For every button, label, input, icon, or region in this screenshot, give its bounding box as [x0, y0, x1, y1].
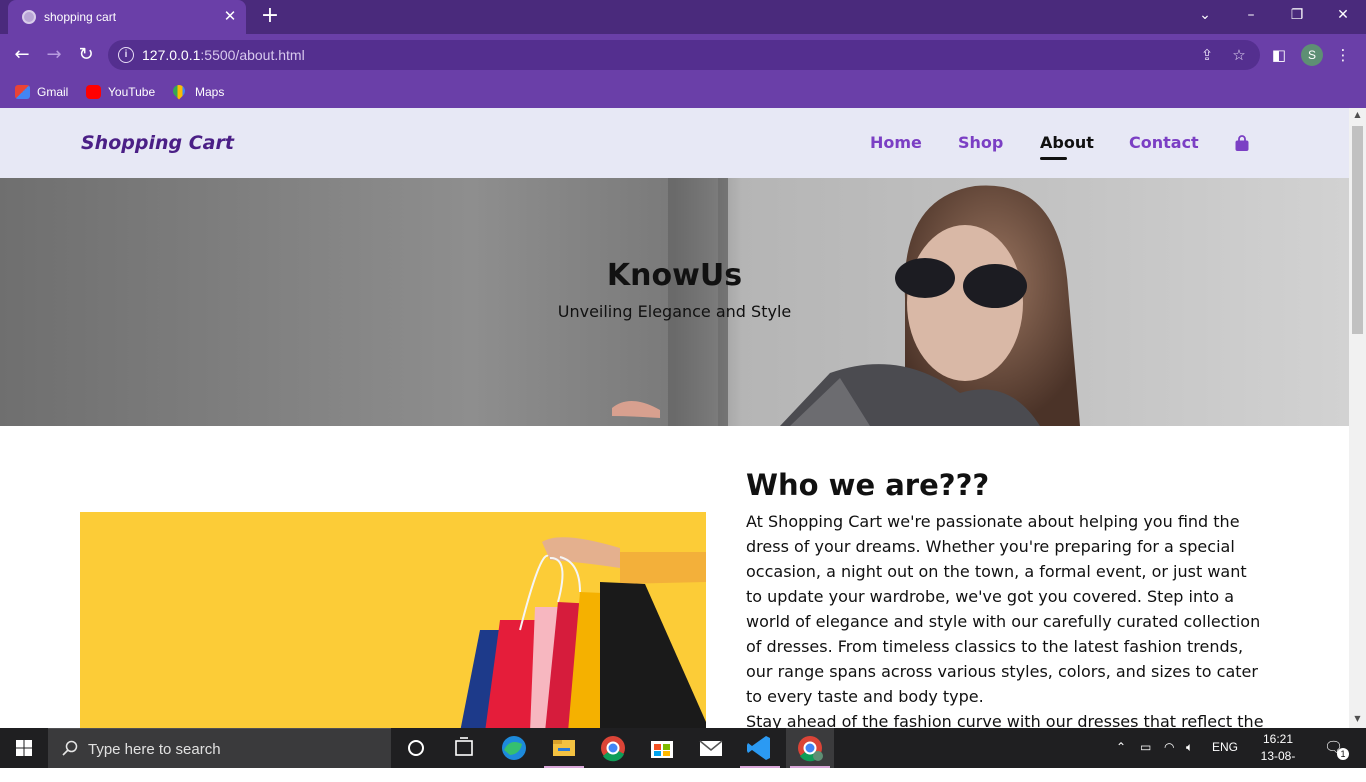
- windows-taskbar: Type here to search ⌃ ▭ ◠ 🔈︎ ENG 16:21 1…: [0, 728, 1366, 780]
- bookmarks-bar: Gmail YouTube Maps: [0, 76, 1366, 108]
- system-clock[interactable]: 16:21 13-08-2023: [1248, 731, 1308, 782]
- close-window-button[interactable]: ✕: [1320, 0, 1366, 32]
- tab-search-icon[interactable]: ⌄: [1182, 0, 1228, 32]
- notification-count: 1: [1337, 748, 1349, 760]
- address-bar[interactable]: i 127.0.0.1:5500/about.html ⇪ ☆: [108, 40, 1260, 70]
- nav-shop[interactable]: Shop: [958, 133, 1003, 152]
- microsoft-store-icon[interactable]: [638, 728, 686, 768]
- menu-kebab-icon[interactable]: ⋮: [1332, 44, 1354, 66]
- bookmark-star-icon[interactable]: ☆: [1230, 46, 1248, 64]
- about-text: At Shopping Cart we're passionate about …: [746, 509, 1266, 728]
- browser-toolbar: ← → ↻ i 127.0.0.1:5500/about.html ⇪ ☆ ◧ …: [0, 34, 1366, 76]
- site-logo[interactable]: Shopping Cart: [81, 132, 234, 154]
- about-heading: Who we are???: [746, 468, 990, 502]
- clock-time: 16:21: [1262, 732, 1294, 746]
- bookmark-youtube[interactable]: YouTube: [86, 82, 155, 102]
- web-page: Shopping Cart Home Shop About Contact Kn…: [0, 108, 1349, 728]
- globe-icon: [22, 10, 36, 24]
- gmail-icon: [15, 85, 30, 99]
- about-paragraph: Stay ahead of the fashion curve with our…: [746, 712, 1264, 728]
- shopping-bags-image: [80, 512, 706, 728]
- about-paragraph: At Shopping Cart we're passionate about …: [746, 512, 1261, 706]
- wifi-icon[interactable]: ◠: [1164, 740, 1174, 754]
- chrome-active-icon[interactable]: [786, 728, 834, 768]
- nav-about[interactable]: About: [1040, 133, 1094, 152]
- share-icon[interactable]: ⇪: [1198, 46, 1216, 64]
- profile-avatar[interactable]: S: [1301, 44, 1323, 66]
- shopping-bag-icon[interactable]: [1234, 135, 1250, 152]
- minimize-button[interactable]: –: [1228, 0, 1274, 32]
- battery-icon[interactable]: ▭: [1140, 740, 1151, 754]
- active-nav-underline: [1040, 157, 1067, 160]
- cortana-icon[interactable]: [392, 728, 440, 768]
- new-tab-button[interactable]: +: [258, 5, 282, 29]
- forward-button[interactable]: →: [41, 42, 67, 68]
- hero-title: KnowUs: [606, 258, 743, 293]
- vscode-icon[interactable]: [736, 728, 784, 768]
- language-indicator[interactable]: ENG: [1212, 740, 1238, 754]
- nav-contact[interactable]: Contact: [1129, 133, 1199, 152]
- windows-start-icon[interactable]: [0, 728, 48, 768]
- mail-icon[interactable]: [687, 728, 735, 768]
- bookmark-maps[interactable]: Maps: [170, 82, 224, 102]
- shopping-bags-illustration: [460, 537, 706, 728]
- clock-date: 13-08-2023: [1260, 749, 1296, 780]
- browser-tab-strip: shopping cart ✕ + ⌄ – ❐ ✕: [0, 0, 1366, 34]
- restore-button[interactable]: ❐: [1274, 0, 1320, 32]
- file-explorer-icon[interactable]: [540, 728, 588, 768]
- youtube-icon: [86, 85, 101, 99]
- edge-icon[interactable]: [490, 728, 538, 768]
- scrollbar-thumb[interactable]: [1352, 126, 1363, 334]
- maps-icon: [170, 82, 188, 100]
- site-info-icon[interactable]: i: [118, 47, 134, 63]
- site-header: Shopping Cart Home Shop About Contact: [0, 108, 1349, 178]
- url-text[interactable]: 127.0.0.1:5500/about.html: [142, 47, 305, 63]
- browser-tab[interactable]: shopping cart ✕: [8, 0, 246, 34]
- nav-home[interactable]: Home: [870, 133, 922, 152]
- back-button[interactable]: ←: [9, 42, 35, 68]
- search-placeholder: Type here to search: [88, 741, 221, 758]
- chrome-icon[interactable]: [589, 728, 637, 768]
- volume-icon[interactable]: 🔈︎: [1186, 740, 1193, 755]
- close-tab-icon[interactable]: ✕: [222, 8, 238, 24]
- search-icon: [62, 740, 78, 756]
- hero-subtitle: Unveiling Elegance and Style: [557, 302, 792, 321]
- scroll-up-arrow[interactable]: ▲: [1349, 108, 1366, 122]
- show-hidden-icons[interactable]: ⌃: [1116, 740, 1126, 754]
- side-panel-icon[interactable]: ◧: [1268, 44, 1290, 66]
- reload-button[interactable]: ↻: [73, 42, 99, 68]
- taskbar-search[interactable]: Type here to search: [48, 728, 391, 768]
- task-view-icon[interactable]: [440, 728, 488, 768]
- bookmark-gmail[interactable]: Gmail: [15, 82, 68, 102]
- scroll-down-arrow[interactable]: ▼: [1349, 712, 1366, 726]
- page-scrollbar[interactable]: ▲ ▼: [1349, 108, 1366, 728]
- hero-banner: KnowUs Unveiling Elegance and Style: [0, 178, 1349, 426]
- tab-title: shopping cart: [44, 10, 117, 24]
